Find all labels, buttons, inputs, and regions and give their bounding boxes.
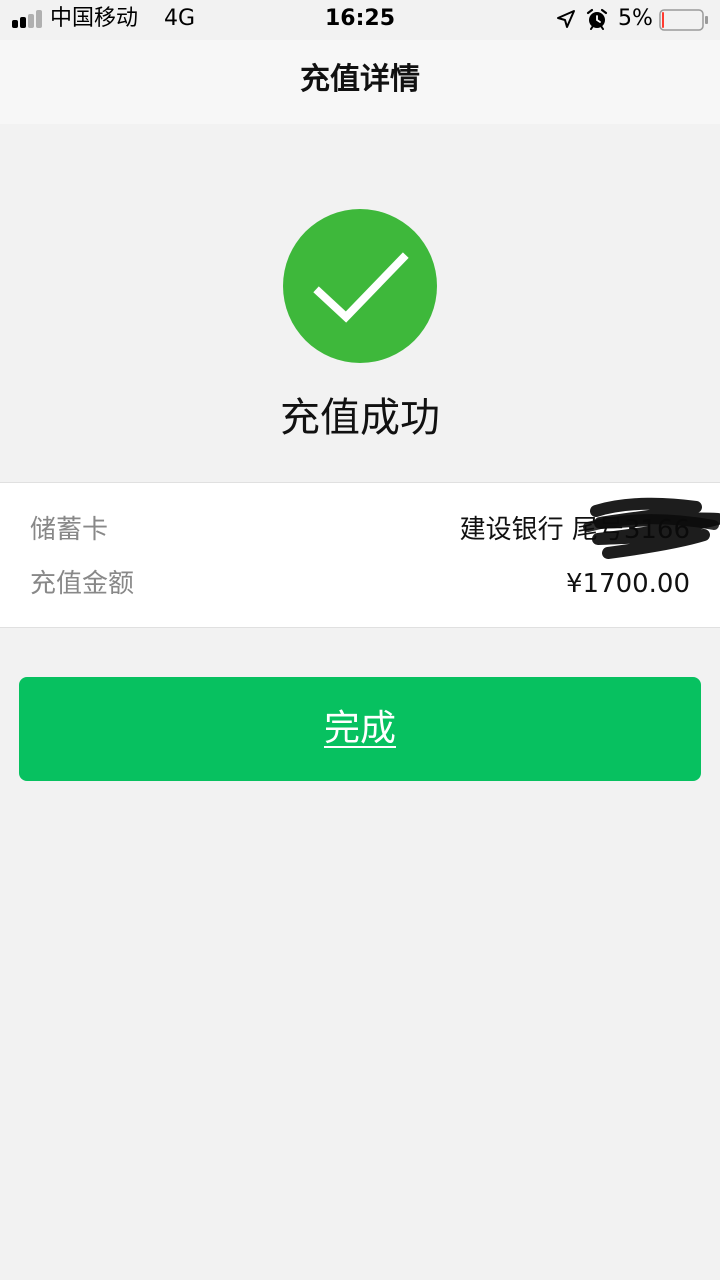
success-message: 充值成功 [280, 395, 440, 441]
done-button-label: 完成 [323, 708, 396, 749]
status-time: 16:25 [324, 6, 396, 31]
alarm-icon [586, 8, 608, 30]
redaction-scribble [583, 497, 720, 559]
status-bar: 中国移动 4G 16:25 5% [0, 0, 720, 40]
amount-value: ¥1700.00 [565, 569, 690, 599]
page-title: 充值详情 [300, 62, 420, 97]
card-label: 储蓄卡 [30, 515, 109, 545]
battery-percentage: 5% [618, 6, 653, 31]
battery-icon [659, 9, 708, 31]
location-icon [557, 10, 575, 28]
navigation-bar: 充值详情 [0, 40, 720, 124]
done-button[interactable]: 完成 [19, 677, 701, 781]
amount-label: 充值金额 [30, 569, 135, 599]
check-circle-icon [283, 209, 437, 363]
amount-row: 充值金额 ¥1700.00 [30, 564, 690, 604]
